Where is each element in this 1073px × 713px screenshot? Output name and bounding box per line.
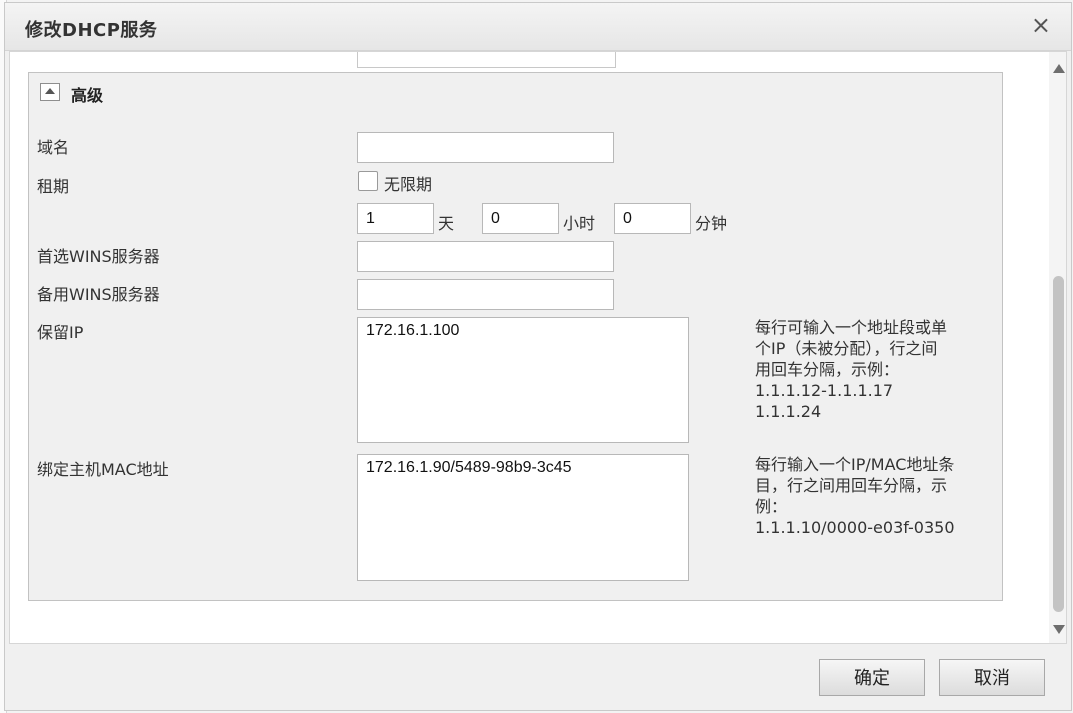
domain-label: 域名 — [37, 138, 70, 157]
mac-binding-textarea[interactable]: 172.16.1.90/5489-98b9-3c45 — [357, 454, 689, 581]
day-unit-label: 天 — [438, 214, 455, 233]
scroll-down-arrow-icon[interactable] — [1053, 625, 1065, 634]
reserved-ip-label: 保留IP — [37, 323, 84, 342]
mac-binding-label: 绑定主机MAC地址 — [37, 460, 169, 479]
reserved-ip-hint-line: 每行可输入一个地址段或单 — [755, 318, 948, 337]
backup-wins-input[interactable] — [357, 279, 614, 310]
backup-wins-label: 备用WINS服务器 — [37, 285, 160, 304]
previous-field-input[interactable] — [357, 52, 616, 68]
mac-binding-hint-line: 每行输入一个IP/MAC地址条 — [755, 455, 955, 474]
vertical-scrollbar[interactable] — [1049, 52, 1066, 643]
lease-minutes-input[interactable] — [614, 203, 691, 234]
collapse-up-icon[interactable] — [40, 83, 60, 101]
unlimited-label: 无限期 — [384, 175, 433, 194]
mac-binding-hint-line: 目，行之间用回车分隔，示 — [755, 476, 948, 495]
mac-binding-hint-line: 1.1.1.10/0000-e03f-0350 — [755, 518, 955, 537]
reserved-ip-hint: 每行可输入一个地址段或单 个IP（未被分配），行之间 用回车分隔，示例： 1.1… — [755, 317, 995, 422]
unlimited-checkbox[interactable] — [358, 171, 378, 191]
hour-unit-label: 小时 — [563, 214, 596, 233]
primary-wins-input[interactable] — [357, 241, 614, 272]
lease-days-input[interactable] — [357, 203, 434, 234]
dialog-titlebar: 修改DHCP服务 × — [5, 3, 1071, 51]
domain-input[interactable] — [357, 132, 614, 163]
primary-wins-label: 首选WINS服务器 — [37, 247, 160, 266]
mac-binding-hint-line: 例： — [755, 497, 788, 516]
advanced-section-title: 高级 — [71, 86, 104, 105]
modify-dhcp-dialog: 修改DHCP服务 × 高级 域名 租期 无限期 天 小时 分钟 首选WINS服务… — [4, 2, 1072, 711]
reserved-ip-hint-line: 1.1.1.24 — [755, 402, 822, 421]
advanced-section: 高级 域名 租期 无限期 天 小时 分钟 首选WINS服务器 备用WINS服务器… — [28, 72, 1003, 601]
dialog-content[interactable]: 高级 域名 租期 无限期 天 小时 分钟 首选WINS服务器 备用WINS服务器… — [9, 51, 1067, 644]
lease-label: 租期 — [37, 177, 70, 196]
reserved-ip-hint-line: 用回车分隔，示例： — [755, 360, 900, 379]
ok-button[interactable]: 确定 — [819, 659, 925, 696]
minute-unit-label: 分钟 — [695, 214, 728, 233]
close-icon[interactable]: × — [1031, 13, 1051, 37]
mac-binding-hint: 每行输入一个IP/MAC地址条 目，行之间用回车分隔，示 例： 1.1.1.10… — [755, 454, 995, 538]
cancel-button[interactable]: 取消 — [939, 659, 1045, 696]
dialog-title: 修改DHCP服务 — [25, 20, 158, 41]
reserved-ip-hint-line: 1.1.1.12-1.1.1.17 — [755, 381, 894, 400]
reserved-ip-textarea[interactable]: 172.16.1.100 — [357, 317, 689, 443]
scroll-up-arrow-icon[interactable] — [1053, 64, 1065, 73]
lease-hours-input[interactable] — [482, 203, 559, 234]
scrollbar-thumb[interactable] — [1053, 276, 1064, 612]
reserved-ip-hint-line: 个IP（未被分配），行之间 — [755, 339, 938, 358]
